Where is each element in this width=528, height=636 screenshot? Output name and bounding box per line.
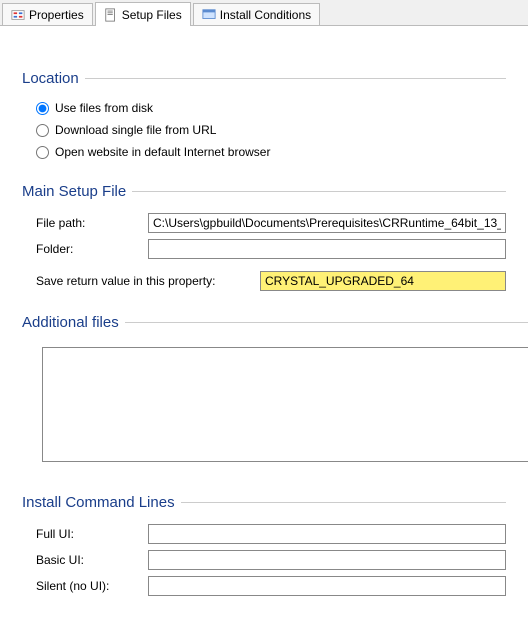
file-path-input[interactable] <box>148 213 506 233</box>
save-return-label: Save return value in this property: <box>36 274 260 288</box>
setup-files-icon <box>104 8 118 22</box>
save-return-input[interactable] <box>260 271 506 291</box>
install-cmd-legend: Install Command Lines <box>22 494 181 511</box>
folder-input[interactable] <box>148 239 506 259</box>
file-path-label: File path: <box>36 216 148 230</box>
radio-open-website-label: Open website in default Internet browser <box>55 145 270 159</box>
silent-ui-input[interactable] <box>148 576 506 596</box>
tab-bar: Properties Setup Files Install Condition… <box>0 0 528 26</box>
main-setup-group: Main Setup File File path: Folder: Save … <box>22 183 506 294</box>
basic-ui-label: Basic UI: <box>36 553 148 567</box>
tab-install-conditions[interactable]: Install Conditions <box>193 3 320 25</box>
radio-download-from-url-label: Download single file from URL <box>55 123 216 137</box>
silent-ui-label: Silent (no UI): <box>36 579 148 593</box>
radio-open-website[interactable] <box>36 146 49 159</box>
folder-label: Folder: <box>36 242 148 256</box>
radio-use-files-from-disk[interactable] <box>36 102 49 115</box>
location-legend: Location <box>22 70 85 87</box>
additional-files-legend: Additional files <box>22 314 125 331</box>
install-conditions-icon <box>202 8 216 22</box>
additional-files-listbox[interactable] <box>42 347 528 462</box>
tab-properties[interactable]: Properties <box>2 3 93 25</box>
tab-install-conditions-label: Install Conditions <box>220 8 311 22</box>
radio-use-files-from-disk-label: Use files from disk <box>55 101 153 115</box>
install-cmd-group: Install Command Lines Full UI: Basic UI:… <box>22 494 506 599</box>
radio-download-from-url[interactable] <box>36 124 49 137</box>
tab-setup-files-label: Setup Files <box>122 8 182 22</box>
additional-files-group: Additional files <box>22 314 528 462</box>
full-ui-input[interactable] <box>148 524 506 544</box>
main-setup-legend: Main Setup File <box>22 183 132 200</box>
tab-properties-label: Properties <box>29 8 84 22</box>
location-group: Location Use files from disk Download si… <box>22 70 506 163</box>
content-area: Location Use files from disk Download si… <box>0 26 528 599</box>
basic-ui-input[interactable] <box>148 550 506 570</box>
properties-icon <box>11 8 25 22</box>
full-ui-label: Full UI: <box>36 527 148 541</box>
tab-setup-files[interactable]: Setup Files <box>95 2 191 26</box>
